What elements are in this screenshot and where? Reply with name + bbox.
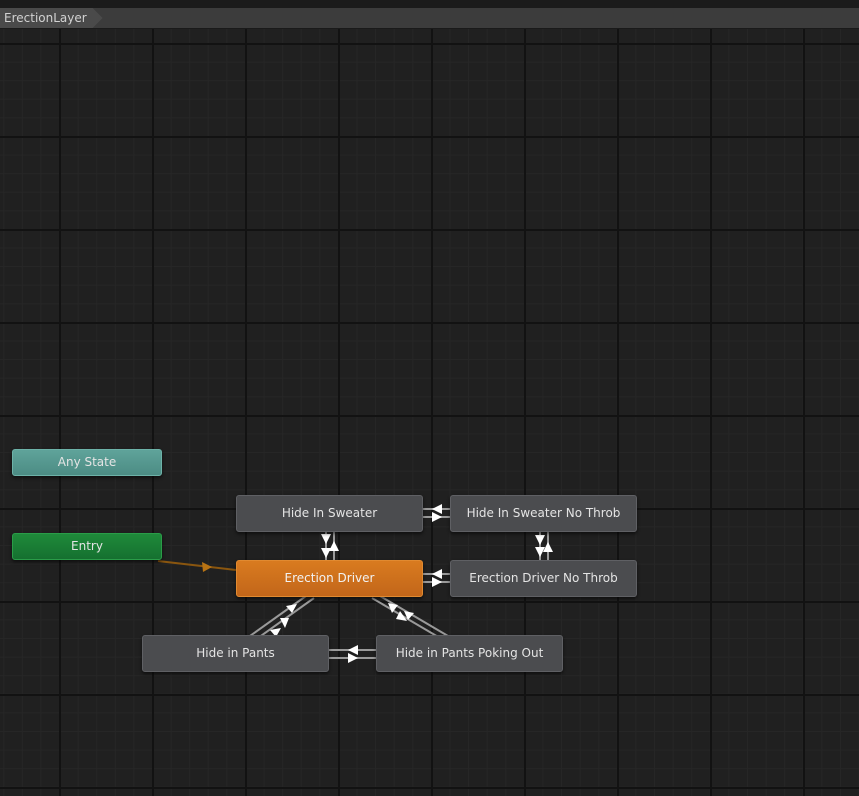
state-hide-in-pants-label: Hide in Pants (196, 645, 275, 660)
animator-window: ErectionLayer Any State Entry Hide In Sw… (0, 0, 859, 796)
state-hide-in-sweater-label: Hide In Sweater (281, 505, 378, 520)
state-hide-in-sweater-no-throb[interactable]: Hide In Sweater No Throb (450, 495, 637, 532)
state-erection-driver-no-throb-label: Erection Driver No Throb (469, 570, 618, 585)
state-hide-in-pants-poking-out-label: Hide in Pants Poking Out (395, 645, 544, 660)
entry-node[interactable]: Entry (12, 533, 162, 560)
breadcrumb-bar: ErectionLayer (0, 8, 859, 29)
state-erection-driver-label: Erection Driver (284, 570, 375, 585)
breadcrumb-layer[interactable]: ErectionLayer (0, 8, 103, 28)
state-erection-driver-no-throb[interactable]: Erection Driver No Throb (450, 560, 637, 597)
state-hide-in-sweater-no-throb-label: Hide In Sweater No Throb (466, 505, 621, 520)
any-state-node[interactable]: Any State (12, 449, 162, 476)
state-hide-in-pants[interactable]: Hide in Pants (142, 635, 329, 672)
state-hide-in-sweater[interactable]: Hide In Sweater (236, 495, 423, 532)
entry-label: Entry (71, 538, 103, 553)
window-top-strip (0, 0, 859, 8)
state-hide-in-pants-poking-out[interactable]: Hide in Pants Poking Out (376, 635, 563, 672)
state-erection-driver[interactable]: Erection Driver (236, 560, 423, 597)
any-state-label: Any State (57, 454, 117, 469)
state-machine-graph[interactable] (0, 29, 859, 796)
